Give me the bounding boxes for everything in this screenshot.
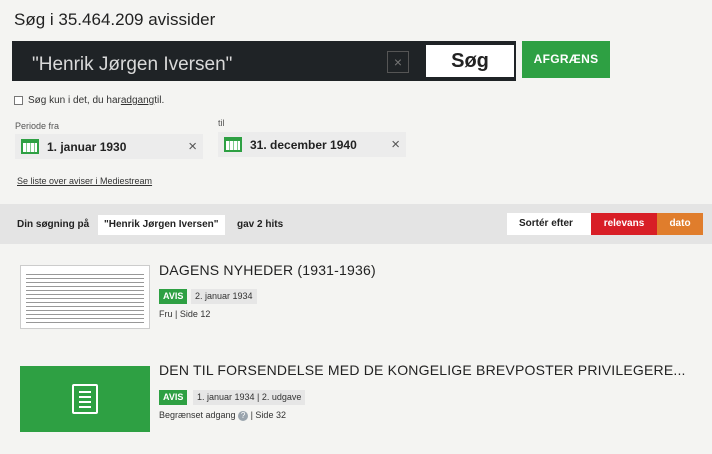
sort-label: Sortér efter bbox=[519, 218, 573, 229]
access-link[interactable]: adgang bbox=[121, 95, 154, 106]
help-icon[interactable]: ? bbox=[238, 410, 249, 421]
result-title[interactable]: DAGENS NYHEDER (1931-1936) bbox=[159, 262, 376, 278]
search-bar: × Søg bbox=[12, 41, 516, 81]
refine-button[interactable]: AFGRÆNS bbox=[522, 41, 610, 78]
sort-date-button[interactable]: dato bbox=[657, 213, 703, 235]
result-thumbnail[interactable] bbox=[20, 265, 150, 329]
clear-search-icon[interactable]: × bbox=[387, 51, 409, 73]
access-text-after: til. bbox=[154, 95, 165, 106]
result-page: | Side 32 bbox=[250, 410, 286, 420]
sort-relevance-button[interactable]: relevans bbox=[591, 213, 657, 235]
sort-control: Sortér efter relevans dato bbox=[507, 213, 703, 235]
results-prefix: Din søgning på bbox=[17, 219, 90, 230]
date-to-field[interactable]: 31. december 1940 × bbox=[218, 132, 406, 157]
result-date: 2. januar 1934 bbox=[191, 289, 257, 304]
date-to-value: 31. december 1940 bbox=[250, 137, 357, 152]
date-from-field[interactable]: 1. januar 1930 × bbox=[15, 134, 203, 159]
results-summary-bar: Din søgning på "Henrik Jørgen Iversen" g… bbox=[0, 204, 712, 244]
result-subinfo: Fru | Side 12 bbox=[159, 309, 211, 319]
newspaper-list-link[interactable]: Se liste over aviser i Mediestream bbox=[17, 176, 152, 186]
period-to-label: til bbox=[218, 118, 225, 128]
calendar-icon[interactable] bbox=[224, 137, 242, 152]
clear-date-from-icon[interactable]: × bbox=[188, 138, 197, 155]
document-icon bbox=[72, 384, 98, 414]
restricted-access-text: Begrænset adgang bbox=[159, 410, 236, 420]
date-from-value: 1. januar 1930 bbox=[47, 139, 127, 154]
period-from-label: Periode fra bbox=[15, 121, 60, 131]
search-input[interactable] bbox=[14, 43, 386, 79]
clear-date-to-icon[interactable]: × bbox=[391, 136, 400, 153]
search-button[interactable]: Søg bbox=[426, 45, 514, 77]
result-date: 1. januar 1934 | 2. udgave bbox=[193, 390, 306, 405]
access-checkbox[interactable] bbox=[14, 96, 23, 105]
result-title[interactable]: DEN TIL FORSENDELSE MED DE KONGELIGE BRE… bbox=[159, 362, 686, 378]
calendar-icon[interactable] bbox=[21, 139, 39, 154]
page-title: Søg i 35.464.209 avissider bbox=[14, 10, 216, 29]
result-thumbnail[interactable] bbox=[20, 366, 150, 432]
result-type-badge: AVIS bbox=[159, 289, 188, 304]
access-filter[interactable]: Søg kun i det, du har adgang til. bbox=[14, 95, 164, 106]
result-subinfo: Begrænset adgang ? | Side 32 bbox=[159, 410, 286, 421]
query-chip: "Henrik Jørgen Iversen" bbox=[98, 215, 225, 235]
result-type-badge: AVIS bbox=[159, 390, 188, 405]
results-count: gav 2 hits bbox=[237, 219, 284, 230]
access-text-before: Søg kun i det, du har bbox=[28, 95, 121, 106]
